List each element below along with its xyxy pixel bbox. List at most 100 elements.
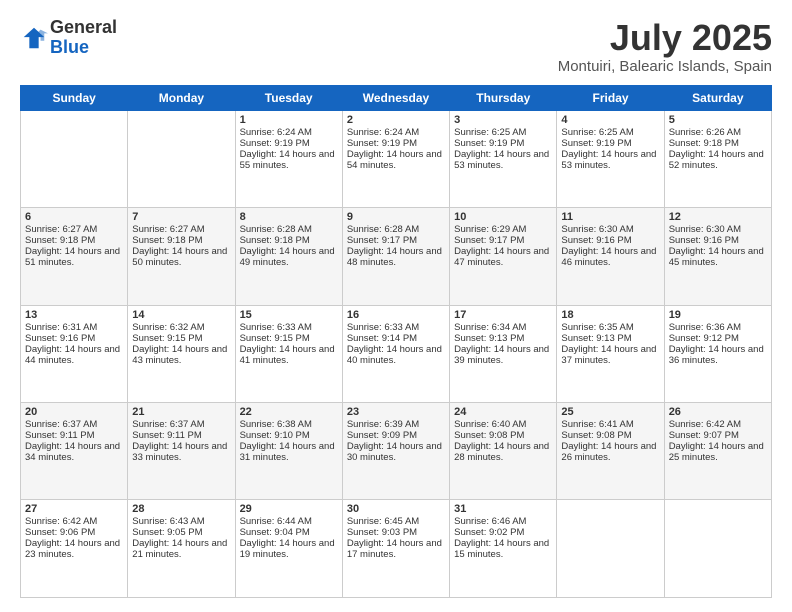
calendar-cell: 4Sunrise: 6:25 AMSunset: 9:19 PMDaylight… (557, 110, 664, 207)
sunset-text: Sunset: 9:12 PM (669, 333, 767, 344)
sunrise-text: Sunrise: 6:33 AM (347, 322, 445, 333)
calendar-cell (664, 500, 771, 598)
calendar-cell: 19Sunrise: 6:36 AMSunset: 9:12 PMDayligh… (664, 305, 771, 402)
sunrise-text: Sunrise: 6:40 AM (454, 419, 552, 430)
sunrise-text: Sunrise: 6:31 AM (25, 322, 123, 333)
sunset-text: Sunset: 9:15 PM (240, 333, 338, 344)
calendar-cell: 9Sunrise: 6:28 AMSunset: 9:17 PMDaylight… (342, 208, 449, 305)
daylight-text: Daylight: 14 hours and 30 minutes. (347, 441, 445, 463)
day-number: 13 (25, 309, 123, 321)
calendar-cell: 26Sunrise: 6:42 AMSunset: 9:07 PMDayligh… (664, 403, 771, 500)
daylight-text: Daylight: 14 hours and 25 minutes. (669, 441, 767, 463)
sunset-text: Sunset: 9:18 PM (669, 138, 767, 149)
month-title: July 2025 (558, 18, 772, 58)
calendar-cell: 17Sunrise: 6:34 AMSunset: 9:13 PMDayligh… (450, 305, 557, 402)
calendar-cell: 14Sunrise: 6:32 AMSunset: 9:15 PMDayligh… (128, 305, 235, 402)
calendar-day-header: Tuesday (235, 85, 342, 110)
sunrise-text: Sunrise: 6:30 AM (561, 224, 659, 235)
daylight-text: Daylight: 14 hours and 26 minutes. (561, 441, 659, 463)
daylight-text: Daylight: 14 hours and 47 minutes. (454, 246, 552, 268)
sunset-text: Sunset: 9:19 PM (240, 138, 338, 149)
daylight-text: Daylight: 14 hours and 44 minutes. (25, 344, 123, 366)
sunrise-text: Sunrise: 6:38 AM (240, 419, 338, 430)
day-number: 4 (561, 114, 659, 126)
calendar-cell (557, 500, 664, 598)
calendar-cell: 12Sunrise: 6:30 AMSunset: 9:16 PMDayligh… (664, 208, 771, 305)
day-number: 5 (669, 114, 767, 126)
location-title: Montuiri, Balearic Islands, Spain (558, 58, 772, 75)
daylight-text: Daylight: 14 hours and 15 minutes. (454, 538, 552, 560)
daylight-text: Daylight: 14 hours and 21 minutes. (132, 538, 230, 560)
title-block: July 2025 Montuiri, Balearic Islands, Sp… (558, 18, 772, 75)
logo-text: General Blue (50, 18, 117, 58)
calendar-cell: 23Sunrise: 6:39 AMSunset: 9:09 PMDayligh… (342, 403, 449, 500)
daylight-text: Daylight: 14 hours and 28 minutes. (454, 441, 552, 463)
sunset-text: Sunset: 9:11 PM (132, 430, 230, 441)
sunset-text: Sunset: 9:19 PM (561, 138, 659, 149)
sunset-text: Sunset: 9:14 PM (347, 333, 445, 344)
sunset-text: Sunset: 9:16 PM (561, 235, 659, 246)
daylight-text: Daylight: 14 hours and 39 minutes. (454, 344, 552, 366)
calendar: SundayMondayTuesdayWednesdayThursdayFrid… (20, 85, 772, 598)
sunset-text: Sunset: 9:08 PM (561, 430, 659, 441)
calendar-header-row: SundayMondayTuesdayWednesdayThursdayFrid… (21, 85, 772, 110)
sunrise-text: Sunrise: 6:24 AM (240, 127, 338, 138)
daylight-text: Daylight: 14 hours and 53 minutes. (454, 149, 552, 171)
sunset-text: Sunset: 9:13 PM (454, 333, 552, 344)
calendar-cell: 15Sunrise: 6:33 AMSunset: 9:15 PMDayligh… (235, 305, 342, 402)
calendar-day-header: Monday (128, 85, 235, 110)
day-number: 27 (25, 503, 123, 515)
calendar-cell: 13Sunrise: 6:31 AMSunset: 9:16 PMDayligh… (21, 305, 128, 402)
day-number: 28 (132, 503, 230, 515)
calendar-week-row: 20Sunrise: 6:37 AMSunset: 9:11 PMDayligh… (21, 403, 772, 500)
calendar-day-header: Wednesday (342, 85, 449, 110)
day-number: 15 (240, 309, 338, 321)
calendar-cell: 6Sunrise: 6:27 AMSunset: 9:18 PMDaylight… (21, 208, 128, 305)
day-number: 16 (347, 309, 445, 321)
day-number: 18 (561, 309, 659, 321)
sunset-text: Sunset: 9:13 PM (561, 333, 659, 344)
calendar-cell: 21Sunrise: 6:37 AMSunset: 9:11 PMDayligh… (128, 403, 235, 500)
sunrise-text: Sunrise: 6:24 AM (347, 127, 445, 138)
sunrise-text: Sunrise: 6:30 AM (669, 224, 767, 235)
daylight-text: Daylight: 14 hours and 19 minutes. (240, 538, 338, 560)
sunrise-text: Sunrise: 6:28 AM (347, 224, 445, 235)
calendar-day-header: Friday (557, 85, 664, 110)
header: General Blue July 2025 Montuiri, Baleari… (20, 18, 772, 75)
day-number: 10 (454, 211, 552, 223)
sunset-text: Sunset: 9:19 PM (454, 138, 552, 149)
daylight-text: Daylight: 14 hours and 48 minutes. (347, 246, 445, 268)
sunset-text: Sunset: 9:04 PM (240, 527, 338, 538)
sunrise-text: Sunrise: 6:43 AM (132, 516, 230, 527)
sunset-text: Sunset: 9:17 PM (347, 235, 445, 246)
sunset-text: Sunset: 9:02 PM (454, 527, 552, 538)
daylight-text: Daylight: 14 hours and 31 minutes. (240, 441, 338, 463)
sunrise-text: Sunrise: 6:27 AM (132, 224, 230, 235)
daylight-text: Daylight: 14 hours and 33 minutes. (132, 441, 230, 463)
logo-general: General (50, 18, 117, 38)
daylight-text: Daylight: 14 hours and 45 minutes. (669, 246, 767, 268)
sunset-text: Sunset: 9:06 PM (25, 527, 123, 538)
day-number: 21 (132, 406, 230, 418)
calendar-cell: 5Sunrise: 6:26 AMSunset: 9:18 PMDaylight… (664, 110, 771, 207)
sunset-text: Sunset: 9:17 PM (454, 235, 552, 246)
calendar-cell: 24Sunrise: 6:40 AMSunset: 9:08 PMDayligh… (450, 403, 557, 500)
calendar-week-row: 27Sunrise: 6:42 AMSunset: 9:06 PMDayligh… (21, 500, 772, 598)
sunrise-text: Sunrise: 6:26 AM (669, 127, 767, 138)
logo: General Blue (20, 18, 117, 58)
calendar-cell: 20Sunrise: 6:37 AMSunset: 9:11 PMDayligh… (21, 403, 128, 500)
sunrise-text: Sunrise: 6:41 AM (561, 419, 659, 430)
sunset-text: Sunset: 9:11 PM (25, 430, 123, 441)
calendar-cell: 27Sunrise: 6:42 AMSunset: 9:06 PMDayligh… (21, 500, 128, 598)
calendar-cell (21, 110, 128, 207)
calendar-cell: 31Sunrise: 6:46 AMSunset: 9:02 PMDayligh… (450, 500, 557, 598)
daylight-text: Daylight: 14 hours and 53 minutes. (561, 149, 659, 171)
calendar-week-row: 1Sunrise: 6:24 AMSunset: 9:19 PMDaylight… (21, 110, 772, 207)
logo-icon (20, 24, 48, 52)
daylight-text: Daylight: 14 hours and 52 minutes. (669, 149, 767, 171)
sunset-text: Sunset: 9:15 PM (132, 333, 230, 344)
sunset-text: Sunset: 9:05 PM (132, 527, 230, 538)
calendar-cell: 8Sunrise: 6:28 AMSunset: 9:18 PMDaylight… (235, 208, 342, 305)
day-number: 26 (669, 406, 767, 418)
day-number: 24 (454, 406, 552, 418)
